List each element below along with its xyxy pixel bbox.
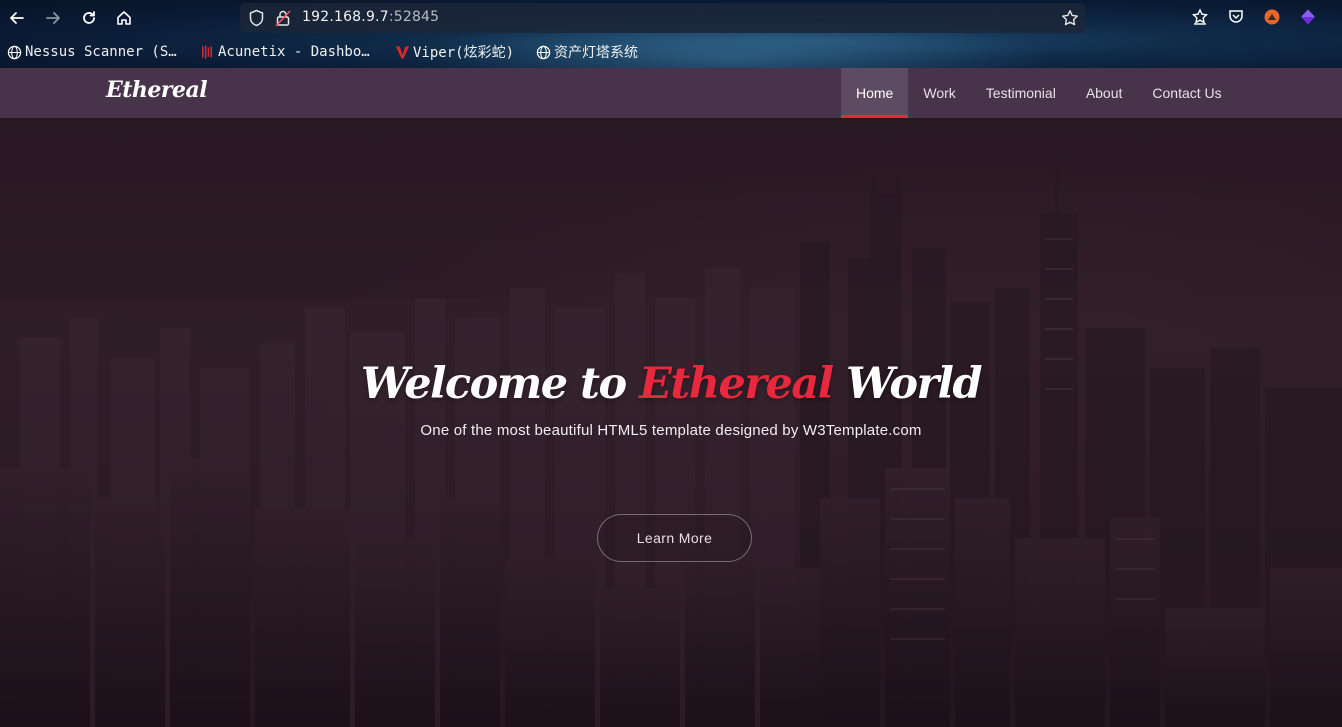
shield-icon[interactable] bbox=[248, 9, 265, 31]
extension-button-2[interactable] bbox=[1297, 6, 1319, 28]
browser-chrome: 192.168.9.7:52845 Nessus Scanner (S… Acu… bbox=[0, 0, 1342, 68]
nav-item-testimonial[interactable]: Testimonial bbox=[971, 68, 1071, 118]
hero-content: Welcome to Ethereal World One of the mos… bbox=[0, 359, 1342, 440]
reload-button[interactable] bbox=[77, 6, 101, 30]
nav-item-about[interactable]: About bbox=[1071, 68, 1138, 118]
url-text: 192.168.9.7:52845 bbox=[302, 9, 439, 25]
bookmark-viper[interactable]: Viper(炫彩蛇) bbox=[394, 40, 514, 64]
bookmark-label: Viper(炫彩蛇) bbox=[413, 45, 515, 61]
site-logo[interactable]: Ethereal bbox=[106, 77, 208, 103]
bookmark-acunetix[interactable]: Acunetix - Dashbo… bbox=[199, 40, 370, 64]
pocket-button[interactable] bbox=[1225, 6, 1247, 28]
fox-extension-icon bbox=[1264, 9, 1280, 25]
address-bar[interactable]: 192.168.9.7:52845 bbox=[240, 3, 1085, 33]
pocket-icon bbox=[1229, 10, 1243, 23]
nav-item-work[interactable]: Work bbox=[908, 68, 970, 118]
hero-title-prefix: Welcome to bbox=[360, 359, 640, 409]
hero-title-suffix: World bbox=[832, 359, 983, 409]
bookmark-nessus[interactable]: Nessus Scanner (S… bbox=[6, 40, 177, 64]
reload-icon bbox=[83, 11, 95, 24]
globe-icon bbox=[6, 44, 22, 60]
bookmark-label: 资产灯塔系统 bbox=[554, 45, 638, 61]
url-port: :52845 bbox=[388, 9, 440, 25]
bookmark-asset-lighthouse[interactable]: 资产灯塔系统 bbox=[535, 40, 638, 64]
bookmark-star-icon[interactable] bbox=[1061, 9, 1079, 31]
hero-title-accent: Ethereal bbox=[639, 359, 834, 409]
site-navbar: Ethereal Home Work Testimonial About Con… bbox=[0, 68, 1342, 118]
insecure-lock-icon[interactable] bbox=[275, 9, 291, 31]
nav-item-contact-us[interactable]: Contact Us bbox=[1137, 68, 1236, 118]
nav-menu: Home Work Testimonial About Contact Us bbox=[841, 68, 1237, 118]
viper-icon bbox=[394, 44, 410, 60]
web-page: Ethereal Home Work Testimonial About Con… bbox=[0, 68, 1342, 727]
bookmarks-bar: Nessus Scanner (S… Acunetix - Dashbo… Vi… bbox=[0, 40, 700, 64]
acunetix-icon bbox=[199, 44, 215, 60]
bookmark-label: Nessus Scanner (S… bbox=[25, 44, 177, 60]
url-host: 192.168.9.7 bbox=[302, 9, 389, 25]
arrow-left-icon bbox=[10, 12, 24, 24]
back-button[interactable] bbox=[5, 6, 29, 30]
diamond-extension-icon bbox=[1301, 9, 1315, 25]
home-icon bbox=[117, 11, 131, 25]
hero-title: Welcome to Ethereal World bbox=[0, 359, 1342, 409]
home-button[interactable] bbox=[112, 6, 136, 30]
extension-button[interactable] bbox=[1261, 6, 1283, 28]
bookmarks-star-icon bbox=[1191, 8, 1209, 25]
pocket-list-button[interactable] bbox=[1189, 6, 1211, 28]
globe-icon bbox=[535, 44, 551, 60]
forward-button[interactable] bbox=[41, 6, 65, 30]
learn-more-button[interactable]: Learn More bbox=[597, 514, 752, 562]
hero-subtitle: One of the most beautiful HTML5 template… bbox=[420, 422, 922, 440]
arrow-right-icon bbox=[46, 12, 60, 24]
nav-item-home[interactable]: Home bbox=[841, 68, 909, 118]
bookmark-label: Acunetix - Dashbo… bbox=[218, 44, 370, 60]
